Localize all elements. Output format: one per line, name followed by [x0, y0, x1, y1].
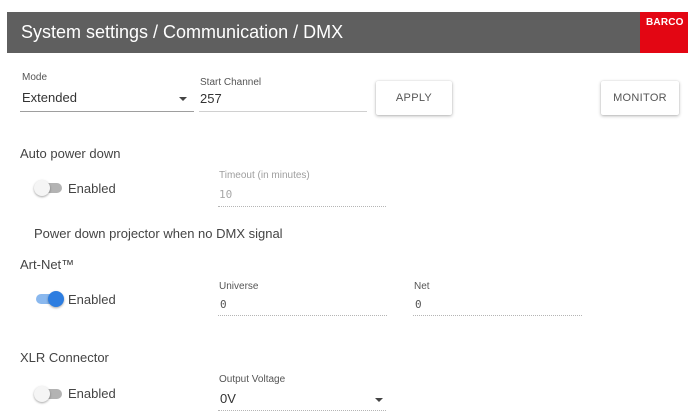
universe-label: Universe [219, 281, 259, 292]
mode-label: Mode [22, 72, 48, 83]
mode-value: Extended [22, 90, 77, 105]
timeout-label: Timeout (in minutes) [219, 170, 310, 181]
page-title: System settings / Communication / DMX [21, 22, 344, 42]
output-voltage-select[interactable]: 0V [218, 388, 386, 412]
start-channel-input[interactable]: 257 [199, 86, 367, 112]
universe-value: 0 [220, 298, 227, 311]
output-voltage-value: 0V [220, 391, 236, 406]
start-channel-value: 257 [200, 91, 222, 106]
barco-logo: BARCO [640, 12, 688, 53]
net-underline [413, 315, 582, 316]
chevron-down-icon [375, 398, 383, 402]
xlr-toggle[interactable] [34, 386, 64, 402]
artnet-toggle[interactable] [34, 291, 64, 307]
output-voltage-label: Output Voltage [219, 374, 286, 385]
mode-select[interactable]: Extended [20, 86, 194, 112]
timeout-input: 10 [218, 184, 386, 208]
artnet-title: Art-Net™ [20, 257, 75, 272]
output-voltage-underline [218, 410, 386, 411]
auto-power-down-enabled-label: Enabled [68, 181, 116, 196]
auto-power-down-toggle[interactable] [34, 180, 64, 196]
net-label: Net [414, 281, 430, 292]
auto-power-down-title: Auto power down [20, 146, 121, 161]
artnet-enabled-label: Enabled [68, 292, 116, 307]
mode-underline [20, 111, 194, 112]
apply-button[interactable]: APPLY [376, 81, 452, 115]
xlr-enabled-label: Enabled [68, 386, 116, 401]
universe-input[interactable]: 0 [218, 294, 387, 318]
toggle-thumb [34, 386, 50, 402]
timeout-underline [218, 206, 386, 207]
net-input[interactable]: 0 [413, 294, 582, 318]
xlr-title: XLR Connector [20, 350, 109, 365]
timeout-value: 10 [219, 188, 233, 201]
toggle-thumb [48, 291, 64, 307]
toggle-thumb [34, 180, 50, 196]
start-channel-underline [199, 111, 367, 112]
auto-power-down-note: Power down projector when no DMX signal [34, 226, 283, 241]
monitor-button[interactable]: MONITOR [601, 81, 679, 115]
barco-logo-text: BARCO [646, 17, 684, 28]
chevron-down-icon [179, 97, 187, 101]
universe-underline [218, 315, 387, 316]
net-value: 0 [415, 298, 422, 311]
header-bar: System settings / Communication / DMX BA… [7, 12, 688, 53]
